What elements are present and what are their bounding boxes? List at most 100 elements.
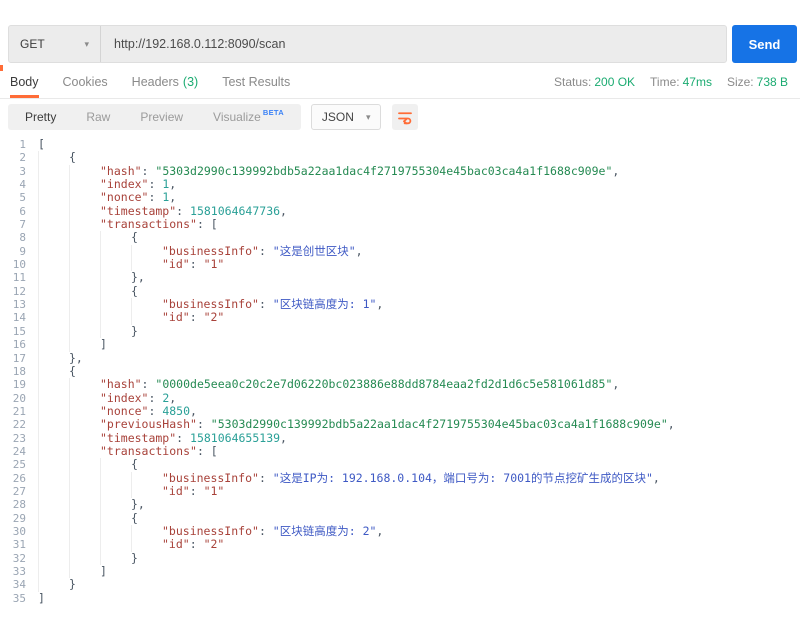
token-k: "hash" xyxy=(100,377,142,391)
indent-guide xyxy=(131,258,162,271)
indent-guide xyxy=(131,298,162,311)
wrap-line-button[interactable] xyxy=(392,104,418,130)
indent-guide xyxy=(69,245,100,258)
line-content: }, xyxy=(26,498,145,511)
view-mode-visualize[interactable]: VisualizeBETA xyxy=(198,104,299,130)
method-label: GET xyxy=(20,37,45,51)
token-p: , xyxy=(376,297,383,311)
view-mode-raw[interactable]: Raw xyxy=(71,104,125,130)
token-p: }, xyxy=(131,270,145,284)
line-content: "businessInfo": "区块链高度为: 2", xyxy=(26,525,383,538)
token-p: [ xyxy=(38,138,45,151)
token-k: "id" xyxy=(162,484,190,498)
chevron-down-icon: ▾ xyxy=(366,113,371,122)
line-content: "nonce": 4850, xyxy=(26,405,197,418)
format-label: JSON xyxy=(322,110,354,124)
indent-guide xyxy=(131,525,162,538)
line-content: "businessInfo": "这是IP为: 192.168.0.104，端口… xyxy=(26,472,660,485)
indent-guide xyxy=(69,231,100,244)
code-line: 12{ xyxy=(0,285,800,298)
indent-guide xyxy=(38,205,69,218)
indent-guide xyxy=(38,311,69,324)
response-tab-cookies[interactable]: Cookies xyxy=(63,66,108,98)
view-toolbar: Pretty Raw Preview VisualizeBETA JSON ▾ xyxy=(8,104,418,130)
code-line: 27"id": "1" xyxy=(0,485,800,498)
indent-guide xyxy=(69,538,100,551)
line-number: 35 xyxy=(0,592,26,605)
token-n: 1581064647736 xyxy=(190,204,280,218)
code-line: 30"businessInfo": "区块链高度为: 2", xyxy=(0,525,800,538)
token-k: "previousHash" xyxy=(100,417,197,431)
view-mode-preview[interactable]: Preview xyxy=(125,104,198,130)
line-content: } xyxy=(26,325,138,338)
token-p: }, xyxy=(131,497,145,511)
token-p: : xyxy=(259,524,273,538)
token-p: : xyxy=(259,244,273,258)
token-c: "这是创世区块" xyxy=(273,244,356,258)
line-number: 30 xyxy=(0,525,26,538)
url-bar: GET ▾ xyxy=(8,25,727,63)
response-body-viewer[interactable]: 1[2{3"hash": "5303d2990c139992bdb5a22aa1… xyxy=(0,138,800,629)
code-line: 32} xyxy=(0,552,800,565)
tab-label: Cookies xyxy=(63,75,108,89)
response-tab-headers[interactable]: Headers(3) xyxy=(132,66,199,98)
token-p: { xyxy=(131,230,138,244)
indent-guide xyxy=(69,392,100,405)
code-line: 18{ xyxy=(0,365,800,378)
url-input[interactable] xyxy=(101,26,726,62)
response-tab-body[interactable]: Body xyxy=(10,66,39,98)
token-p: , xyxy=(612,377,619,391)
method-select[interactable]: GET ▾ xyxy=(9,26,101,62)
token-p: , xyxy=(169,391,176,405)
indent-guide xyxy=(38,392,69,405)
line-number: 7 xyxy=(0,218,26,231)
code-line: 15} xyxy=(0,325,800,338)
tab-label: Body xyxy=(10,75,39,89)
token-p: : xyxy=(148,404,162,418)
token-p: [ xyxy=(211,217,218,231)
indent-guide xyxy=(38,325,69,338)
code-line: 2{ xyxy=(0,151,800,164)
line-number: 2 xyxy=(0,151,26,164)
chevron-down-icon: ▾ xyxy=(84,40,89,49)
code-line: 11}, xyxy=(0,271,800,284)
code-line: 25{ xyxy=(0,458,800,471)
indent-guide xyxy=(100,485,131,498)
send-button[interactable]: Send xyxy=(732,25,797,63)
line-content: "id": "2" xyxy=(26,538,224,551)
token-p: : xyxy=(148,190,162,204)
indent-guide xyxy=(38,472,69,485)
time-value: 47ms xyxy=(683,75,712,89)
token-k: "id" xyxy=(162,310,190,324)
line-number: 24 xyxy=(0,445,26,458)
response-tab-test-results[interactable]: Test Results xyxy=(222,66,290,98)
token-p: : xyxy=(176,204,190,218)
token-p: { xyxy=(69,364,76,378)
format-select[interactable]: JSON ▾ xyxy=(311,104,382,130)
indent-guide xyxy=(38,258,69,271)
line-number: 4 xyxy=(0,178,26,191)
line-content: }, xyxy=(26,352,83,365)
indent-guide xyxy=(38,218,69,231)
line-content: ] xyxy=(26,338,107,351)
indent-guide xyxy=(100,258,131,271)
token-p: ] xyxy=(100,337,107,351)
indent-guide xyxy=(131,472,162,485)
indent-guide xyxy=(38,352,69,365)
token-k: "transactions" xyxy=(100,444,197,458)
token-p: , xyxy=(280,431,287,445)
line-content: "index": 1, xyxy=(26,178,176,191)
response-tabs: Body Cookies Headers(3) Test Results xyxy=(10,66,290,98)
token-p: { xyxy=(131,511,138,525)
token-k: "timestamp" xyxy=(100,431,176,445)
indent-guide xyxy=(131,485,162,498)
indent-guide xyxy=(100,538,131,551)
indent-guide xyxy=(38,445,69,458)
indent-guide xyxy=(38,298,69,311)
indent-guide xyxy=(69,458,100,471)
view-mode-pretty[interactable]: Pretty xyxy=(10,104,71,130)
line-number: 22 xyxy=(0,418,26,431)
beta-badge: BETA xyxy=(263,104,284,117)
wrap-line-icon xyxy=(396,108,414,126)
indent-guide xyxy=(38,485,69,498)
